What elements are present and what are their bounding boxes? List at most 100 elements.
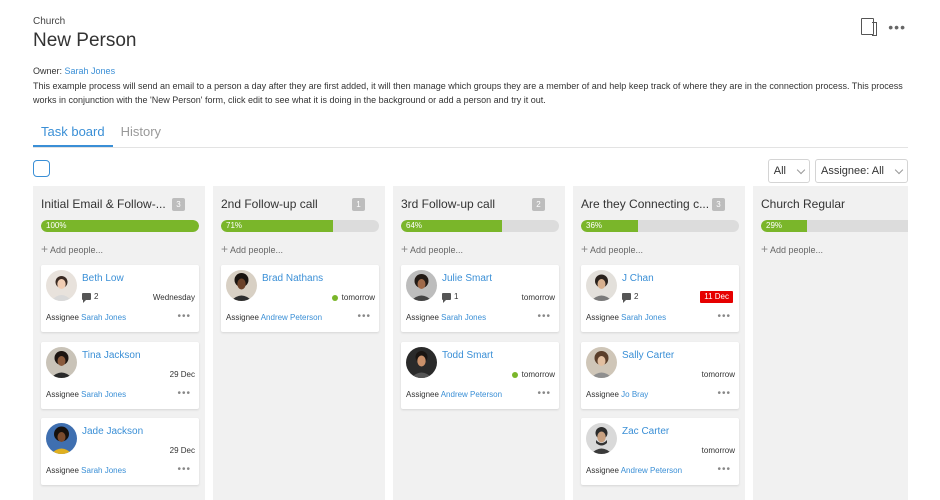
card-menu-icon[interactable]: ••• [537, 312, 551, 322]
due-date-value: tomorrow [701, 370, 735, 379]
board-column: Church Regular 29% + Add people... [753, 186, 908, 500]
person-name-link[interactable]: Beth Low [82, 273, 124, 284]
chevron-down-icon [894, 165, 904, 174]
more-options-icon[interactable]: ••• [888, 20, 906, 34]
card-menu-icon[interactable]: ••• [177, 465, 191, 475]
person-card[interactable]: Sally Carter tomorrow Assignee Jo Bray •… [581, 342, 739, 409]
select-all-checkbox[interactable] [33, 160, 50, 177]
assignee-link[interactable]: Sarah Jones [81, 466, 126, 475]
assignee-link[interactable]: Andrew Peterson [261, 313, 322, 322]
add-people-label: Add people... [50, 245, 104, 255]
comment-count[interactable]: 2 [82, 292, 98, 303]
column-count-badge: 3 [172, 198, 185, 211]
breadcrumb[interactable]: Church [33, 16, 913, 27]
add-people-label: Add people... [590, 245, 644, 255]
add-people-label: Add people... [770, 245, 824, 255]
progress-label: 100% [46, 221, 67, 230]
assignee-label: Assignee [46, 466, 79, 475]
add-people-button[interactable]: + Add people... [581, 242, 643, 256]
due-date-value: 29 Dec [169, 370, 195, 379]
comment-count[interactable]: 1 [442, 292, 458, 303]
comment-icon [622, 293, 631, 303]
due-date: tomorrow [511, 370, 555, 379]
person-name-link[interactable]: Tina Jackson [82, 350, 141, 361]
due-date-value: 29 Dec [169, 446, 195, 455]
assignee-link[interactable]: Andrew Peterson [621, 466, 682, 475]
assignee-link[interactable]: Sarah Jones [621, 313, 666, 322]
assignee-link[interactable]: Andrew Peterson [441, 390, 502, 399]
assignee-line: Assignee Jo Bray [586, 390, 648, 399]
column-title: Church Regular [761, 197, 846, 211]
assignee-link[interactable]: Sarah Jones [81, 313, 126, 322]
person-card[interactable]: Brad Nathans tomorrow Assignee Andrew Pe… [221, 265, 379, 332]
card-menu-icon[interactable]: ••• [177, 312, 191, 322]
due-date: 29 Dec [170, 446, 195, 455]
chevron-down-icon [796, 165, 806, 174]
add-people-button[interactable]: + Add people... [41, 242, 103, 256]
column-progress-bar: 29% [761, 220, 908, 232]
person-card[interactable]: Beth Low 2 Wednesday Assignee Sarah Jone… [41, 265, 199, 332]
person-name-link[interactable]: Todd Smart [442, 350, 493, 361]
assignee-line: Assignee Andrew Peterson [406, 390, 502, 399]
due-date: tomorrow [331, 293, 375, 302]
assignee-link[interactable]: Sarah Jones [441, 313, 486, 322]
overdue-date-badge: 11 Dec [700, 291, 733, 303]
add-people-button[interactable]: + Add people... [401, 242, 463, 256]
assignee-link[interactable]: Jo Bray [621, 390, 648, 399]
board-column: Initial Email & Follow-... 3 100% + Add p… [33, 186, 205, 500]
column-count-badge: 3 [712, 198, 725, 211]
due-date-value: tomorrow [521, 370, 555, 379]
due-date-value: tomorrow [701, 446, 735, 455]
assignee-filter-value: Assignee: All [821, 165, 884, 177]
card-menu-icon[interactable]: ••• [357, 312, 371, 322]
card-menu-icon[interactable]: ••• [717, 312, 731, 322]
column-progress-bar: 64% [401, 220, 559, 232]
due-date: tomorrow [702, 446, 735, 455]
person-card[interactable]: J Chan 2 11 Dec Assignee Sarah Jones ••• [581, 265, 739, 332]
card-menu-icon[interactable]: ••• [717, 389, 731, 399]
person-name-link[interactable]: Sally Carter [622, 350, 674, 361]
progress-label: 64% [406, 221, 423, 230]
avatar [46, 270, 77, 301]
person-card[interactable]: Todd Smart tomorrow Assignee Andrew Pete… [401, 342, 559, 409]
add-people-button[interactable]: + Add people... [761, 242, 823, 256]
owner-line: Owner: Sarah Jones [33, 66, 913, 76]
column-count-badge: 2 [532, 198, 545, 211]
person-name-link[interactable]: J Chan [622, 273, 654, 284]
person-name-link[interactable]: Julie Smart [442, 273, 492, 284]
add-people-label: Add people... [230, 245, 284, 255]
header-actions: ••• [861, 18, 906, 36]
task-board: Initial Email & Follow-... 3 100% + Add p… [33, 186, 908, 500]
person-card[interactable]: Jade Jackson 29 Dec Assignee Sarah Jones… [41, 418, 199, 485]
tab-task-board[interactable]: Task board [33, 124, 113, 147]
status-filter-select[interactable]: All [767, 159, 811, 183]
avatar [586, 423, 617, 454]
person-name-link[interactable]: Zac Carter [622, 426, 669, 437]
tab-history[interactable]: History [113, 124, 169, 147]
column-progress-bar: 100% [41, 220, 199, 232]
progress-label: 36% [586, 221, 603, 230]
comment-count[interactable]: 2 [622, 292, 638, 303]
card-menu-icon[interactable]: ••• [537, 389, 551, 399]
person-card[interactable]: Julie Smart 1 tomorrow Assignee Sarah Jo… [401, 265, 559, 332]
assignee-link[interactable]: Sarah Jones [81, 390, 126, 399]
assignee-label: Assignee [406, 313, 439, 322]
person-name-link[interactable]: Jade Jackson [82, 426, 143, 437]
person-card[interactable]: Zac Carter tomorrow Assignee Andrew Pete… [581, 418, 739, 485]
assignee-label: Assignee [226, 313, 259, 322]
add-people-button[interactable]: + Add people... [221, 242, 283, 256]
assignee-label: Assignee [586, 390, 619, 399]
person-card[interactable]: Tina Jackson 29 Dec Assignee Sarah Jones… [41, 342, 199, 409]
card-menu-icon[interactable]: ••• [177, 389, 191, 399]
board-column: 2nd Follow-up call 1 71% + Add people... … [213, 186, 385, 500]
due-date: tomorrow [702, 370, 735, 379]
document-icon[interactable] [861, 18, 878, 36]
column-progress-bar: 71% [221, 220, 379, 232]
progress-label: 71% [226, 221, 243, 230]
card-menu-icon[interactable]: ••• [717, 465, 731, 475]
board-column: 3rd Follow-up call 2 64% + Add people... … [393, 186, 565, 500]
person-name-link[interactable]: Brad Nathans [262, 273, 323, 284]
assignee-filter-select[interactable]: Assignee: All [815, 159, 908, 183]
assignee-label: Assignee [586, 466, 619, 475]
owner-link[interactable]: Sarah Jones [65, 66, 116, 76]
